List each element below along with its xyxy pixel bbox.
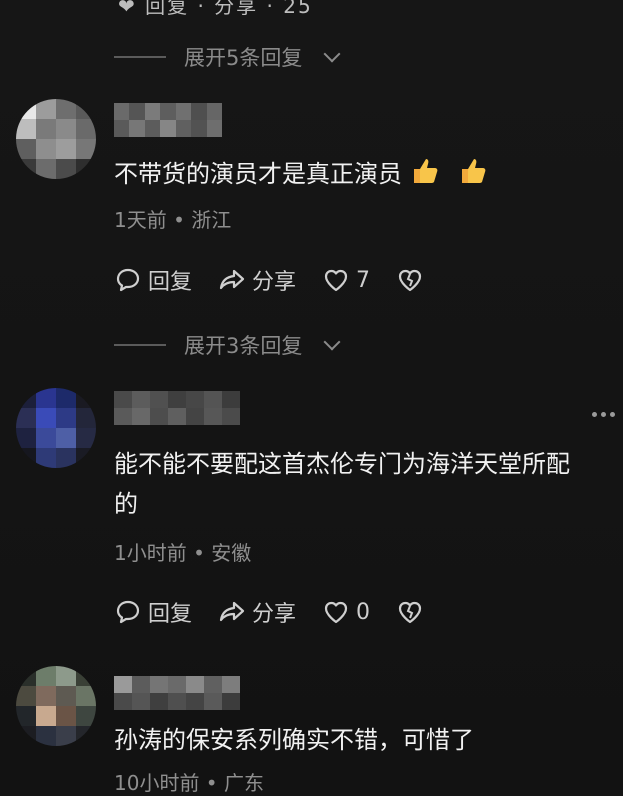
comment-meta: 1天前 • 浙江	[114, 208, 232, 232]
reply-label: 回复	[148, 270, 193, 295]
comment-line-2: 的	[114, 490, 138, 518]
like-button[interactable]: 7	[322, 266, 370, 294]
like-count: 7	[356, 267, 371, 293]
dislike-button[interactable]	[396, 598, 424, 626]
username-blurred[interactable]	[114, 103, 222, 137]
share-arrow-icon	[219, 269, 245, 290]
chevron-down-icon	[323, 45, 341, 63]
comment-line-1: 能不能不要配这首杰伦专门为海洋天堂所配	[114, 450, 570, 478]
comment-actions: 回复 分享 7	[114, 264, 450, 296]
comment-text: 孙涛的保安系列确实不错，可惜了	[114, 726, 474, 754]
divider-line	[114, 56, 166, 58]
like-button[interactable]: 0	[322, 598, 370, 626]
share-button[interactable]: 分享	[218, 596, 296, 628]
expand-replies-button[interactable]: 展开3条回复	[114, 330, 341, 360]
expand-replies-button[interactable]: 展开5条回复	[114, 42, 341, 72]
previous-comment-actions-partial: ❤ 回复 · 分享 · 25	[118, 0, 313, 18]
username-blurred[interactable]	[114, 391, 240, 425]
broken-heart-icon	[398, 601, 422, 624]
comment-bubble-icon	[116, 600, 140, 624]
divider-line	[114, 344, 166, 346]
reply-button[interactable]: 回复	[114, 264, 192, 296]
comment-actions: 回复 分享 0	[114, 596, 450, 628]
reply-button[interactable]: 回复	[114, 596, 192, 628]
avatar[interactable]	[16, 666, 96, 746]
comment-text: 不带货的演员才是真正演员	[114, 154, 614, 198]
dislike-button[interactable]	[396, 266, 424, 294]
comment-meta: 1小时前 • 安徽	[114, 541, 252, 565]
comment-text: 能不能不要配这首杰伦专门为海洋天堂所配 的	[114, 444, 614, 524]
heart-icon	[324, 601, 348, 624]
expand-replies-label: 展开3条回复	[184, 334, 303, 358]
comment-bubble-icon	[116, 268, 140, 292]
username-blurred[interactable]	[114, 676, 240, 710]
comment-text-content: 不带货的演员才是真正演员	[114, 160, 402, 188]
chevron-down-icon	[323, 333, 341, 351]
like-count: 0	[356, 599, 371, 625]
thumbs-up-icon	[458, 156, 488, 198]
comment-meta: 10小时前 • 广东	[114, 771, 264, 795]
more-dots-icon[interactable]	[592, 412, 615, 417]
share-label: 分享	[252, 602, 297, 627]
heart-icon	[324, 269, 348, 292]
share-button[interactable]: 分享	[218, 264, 296, 296]
avatar[interactable]	[16, 388, 96, 468]
share-arrow-icon	[219, 601, 245, 622]
expand-replies-label: 展开5条回复	[184, 46, 303, 70]
thumbs-up-icon	[410, 156, 440, 198]
avatar[interactable]	[16, 99, 96, 179]
share-label: 分享	[252, 270, 297, 295]
broken-heart-icon	[398, 269, 422, 292]
reply-label: 回复	[148, 602, 193, 627]
